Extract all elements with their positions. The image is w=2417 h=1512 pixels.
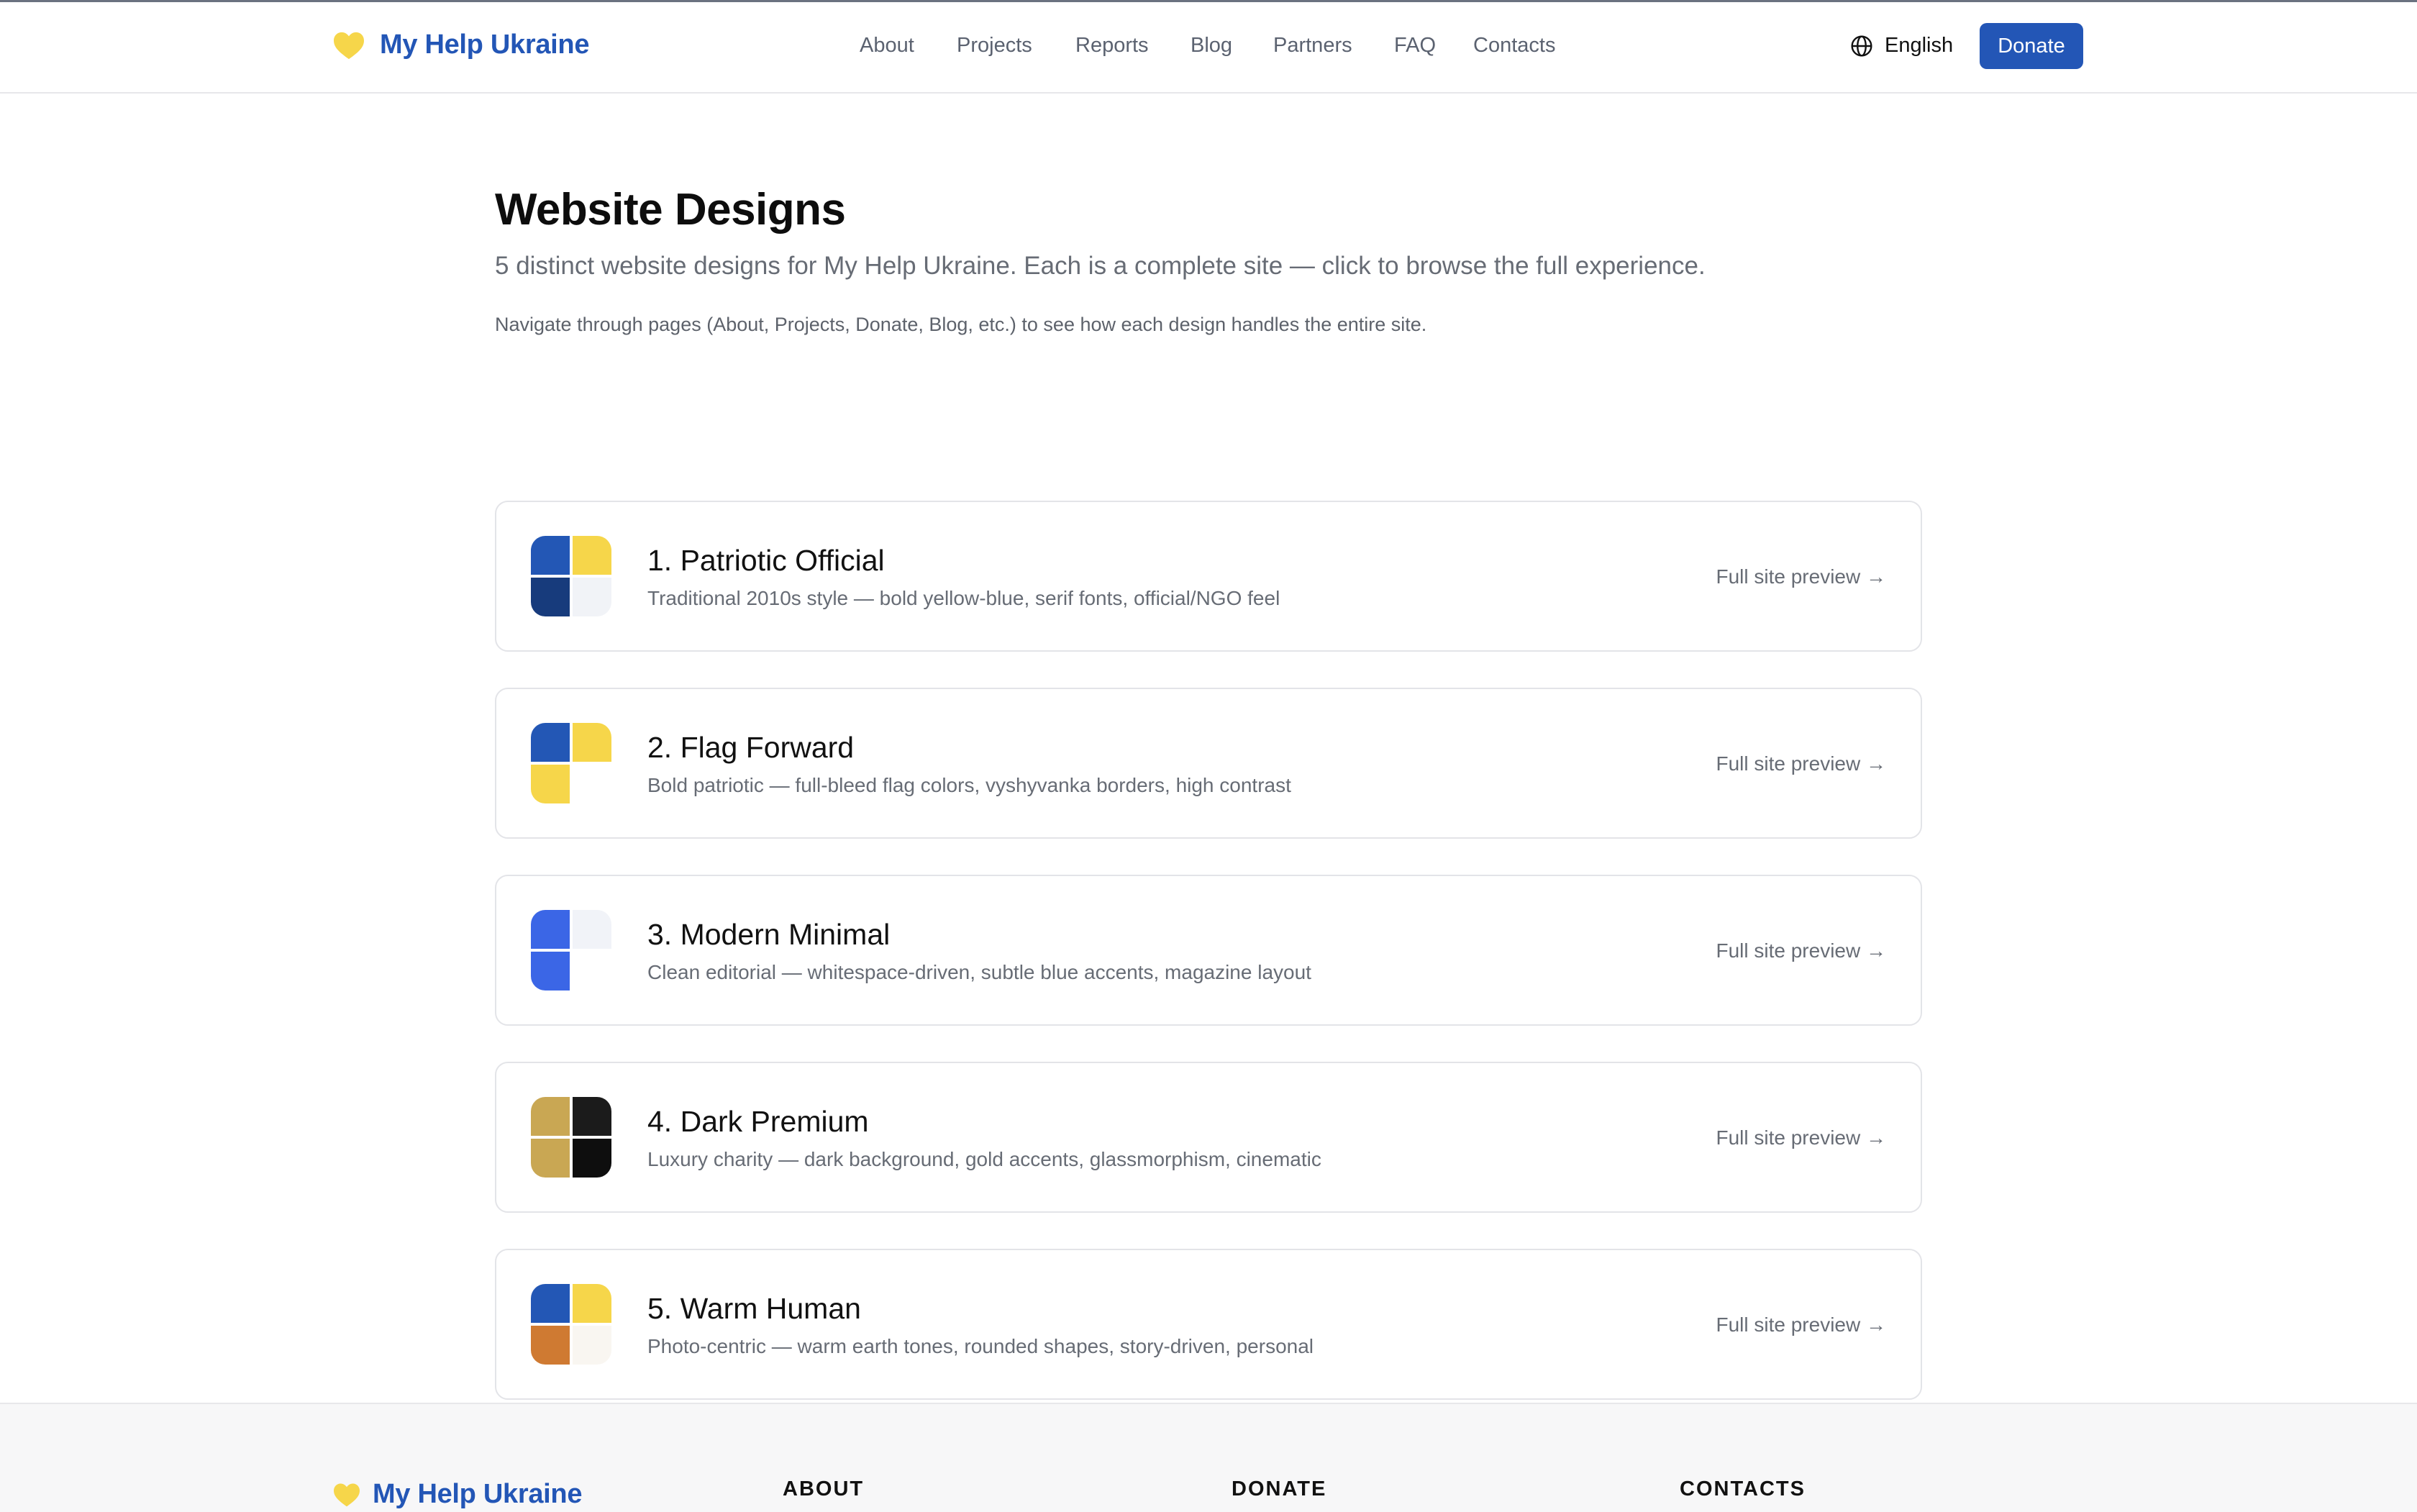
nav-partners[interactable]: Partners (1273, 34, 1352, 58)
footer-brand-link[interactable]: My Help Ukraine (332, 1479, 582, 1510)
full-site-preview-link[interactable]: Full site preview → (1716, 565, 1886, 588)
nav-contacts[interactable]: Contacts (1473, 34, 1555, 58)
palette-swatch-icon (531, 536, 611, 616)
palette-swatch-icon (531, 910, 611, 990)
footer-heading-about: ABOUT (783, 1477, 865, 1500)
design-description: Photo-centric — warm earth tones, rounde… (647, 1335, 1314, 1357)
swatch-color (531, 765, 570, 803)
swatch-color (573, 952, 611, 990)
donate-button[interactable]: Donate (1980, 23, 2083, 69)
nav-projects[interactable]: Projects (957, 34, 1032, 58)
swatch-color (573, 1284, 611, 1323)
swatch-color (531, 1284, 570, 1323)
site-footer: My Help Ukraine ABOUT DONATE CONTACTS (0, 1403, 2417, 1512)
heart-icon (332, 1482, 361, 1508)
swatch-color (573, 723, 611, 762)
swatch-color (531, 1139, 570, 1178)
footer-heading-donate: DONATE (1232, 1477, 1327, 1500)
swatch-color (531, 578, 570, 616)
swatch-color (531, 952, 570, 990)
page-note: Navigate through pages (About, Projects,… (495, 314, 1427, 335)
nav-faq[interactable]: FAQ (1394, 34, 1436, 58)
design-title: 5. Warm Human (647, 1292, 861, 1325)
language-label: English (1885, 34, 1954, 57)
swatch-color (573, 1326, 611, 1365)
design-description: Luxury charity — dark background, gold a… (647, 1148, 1321, 1170)
design-card-warm-human[interactable]: 5. Warm Human Photo-centric — warm earth… (495, 1249, 1922, 1400)
swatch-color (573, 910, 611, 949)
language-selector[interactable]: English (1850, 34, 1953, 58)
swatch-color (531, 1097, 570, 1136)
globe-icon (1850, 35, 1873, 58)
full-site-preview-link[interactable]: Full site preview → (1716, 939, 1886, 962)
full-site-preview-link[interactable]: Full site preview → (1716, 1126, 1886, 1149)
design-card-dark-premium[interactable]: 4. Dark Premium Luxury charity — dark ba… (495, 1062, 1922, 1213)
design-card-modern-minimal[interactable]: 3. Modern Minimal Clean editorial — whit… (495, 875, 1922, 1026)
nav-blog[interactable]: Blog (1191, 34, 1232, 58)
design-title: 4. Dark Premium (647, 1105, 869, 1138)
footer-brand-name: My Help Ukraine (373, 1479, 583, 1509)
design-title: 2. Flag Forward (647, 731, 855, 764)
nav-reports[interactable]: Reports (1075, 34, 1149, 58)
swatch-color (573, 765, 611, 803)
design-title: 1. Patriotic Official (647, 544, 885, 577)
swatch-color (573, 1097, 611, 1136)
design-card-patriotic-official[interactable]: 1. Patriotic Official Traditional 2010s … (495, 501, 1922, 652)
footer-heading-contacts: CONTACTS (1680, 1477, 1806, 1500)
page-subtitle: 5 distinct website designs for My Help U… (495, 252, 1706, 280)
full-site-preview-link[interactable]: Full site preview → (1716, 752, 1886, 775)
nav-about[interactable]: About (860, 34, 914, 58)
swatch-color (573, 1139, 611, 1178)
page-title: Website Designs (495, 185, 846, 234)
full-site-preview-link[interactable]: Full site preview → (1716, 1313, 1886, 1336)
swatch-color (531, 910, 570, 949)
site-header: My Help Ukraine About Projects Reports B… (0, 2, 2417, 94)
palette-swatch-icon (531, 723, 611, 803)
design-description: Clean editorial — whitespace-driven, sub… (647, 961, 1311, 983)
palette-swatch-icon (531, 1284, 611, 1365)
design-description: Traditional 2010s style — bold yellow-bl… (647, 587, 1280, 609)
swatch-color (531, 1326, 570, 1365)
palette-swatch-icon (531, 1097, 611, 1178)
swatch-color (573, 578, 611, 616)
design-description: Bold patriotic — full-bleed flag colors,… (647, 774, 1291, 796)
swatch-color (531, 723, 570, 762)
design-card-flag-forward[interactable]: 2. Flag Forward Bold patriotic — full-bl… (495, 688, 1922, 839)
design-title: 3. Modern Minimal (647, 918, 891, 951)
swatch-color (531, 536, 570, 575)
swatch-color (573, 536, 611, 575)
